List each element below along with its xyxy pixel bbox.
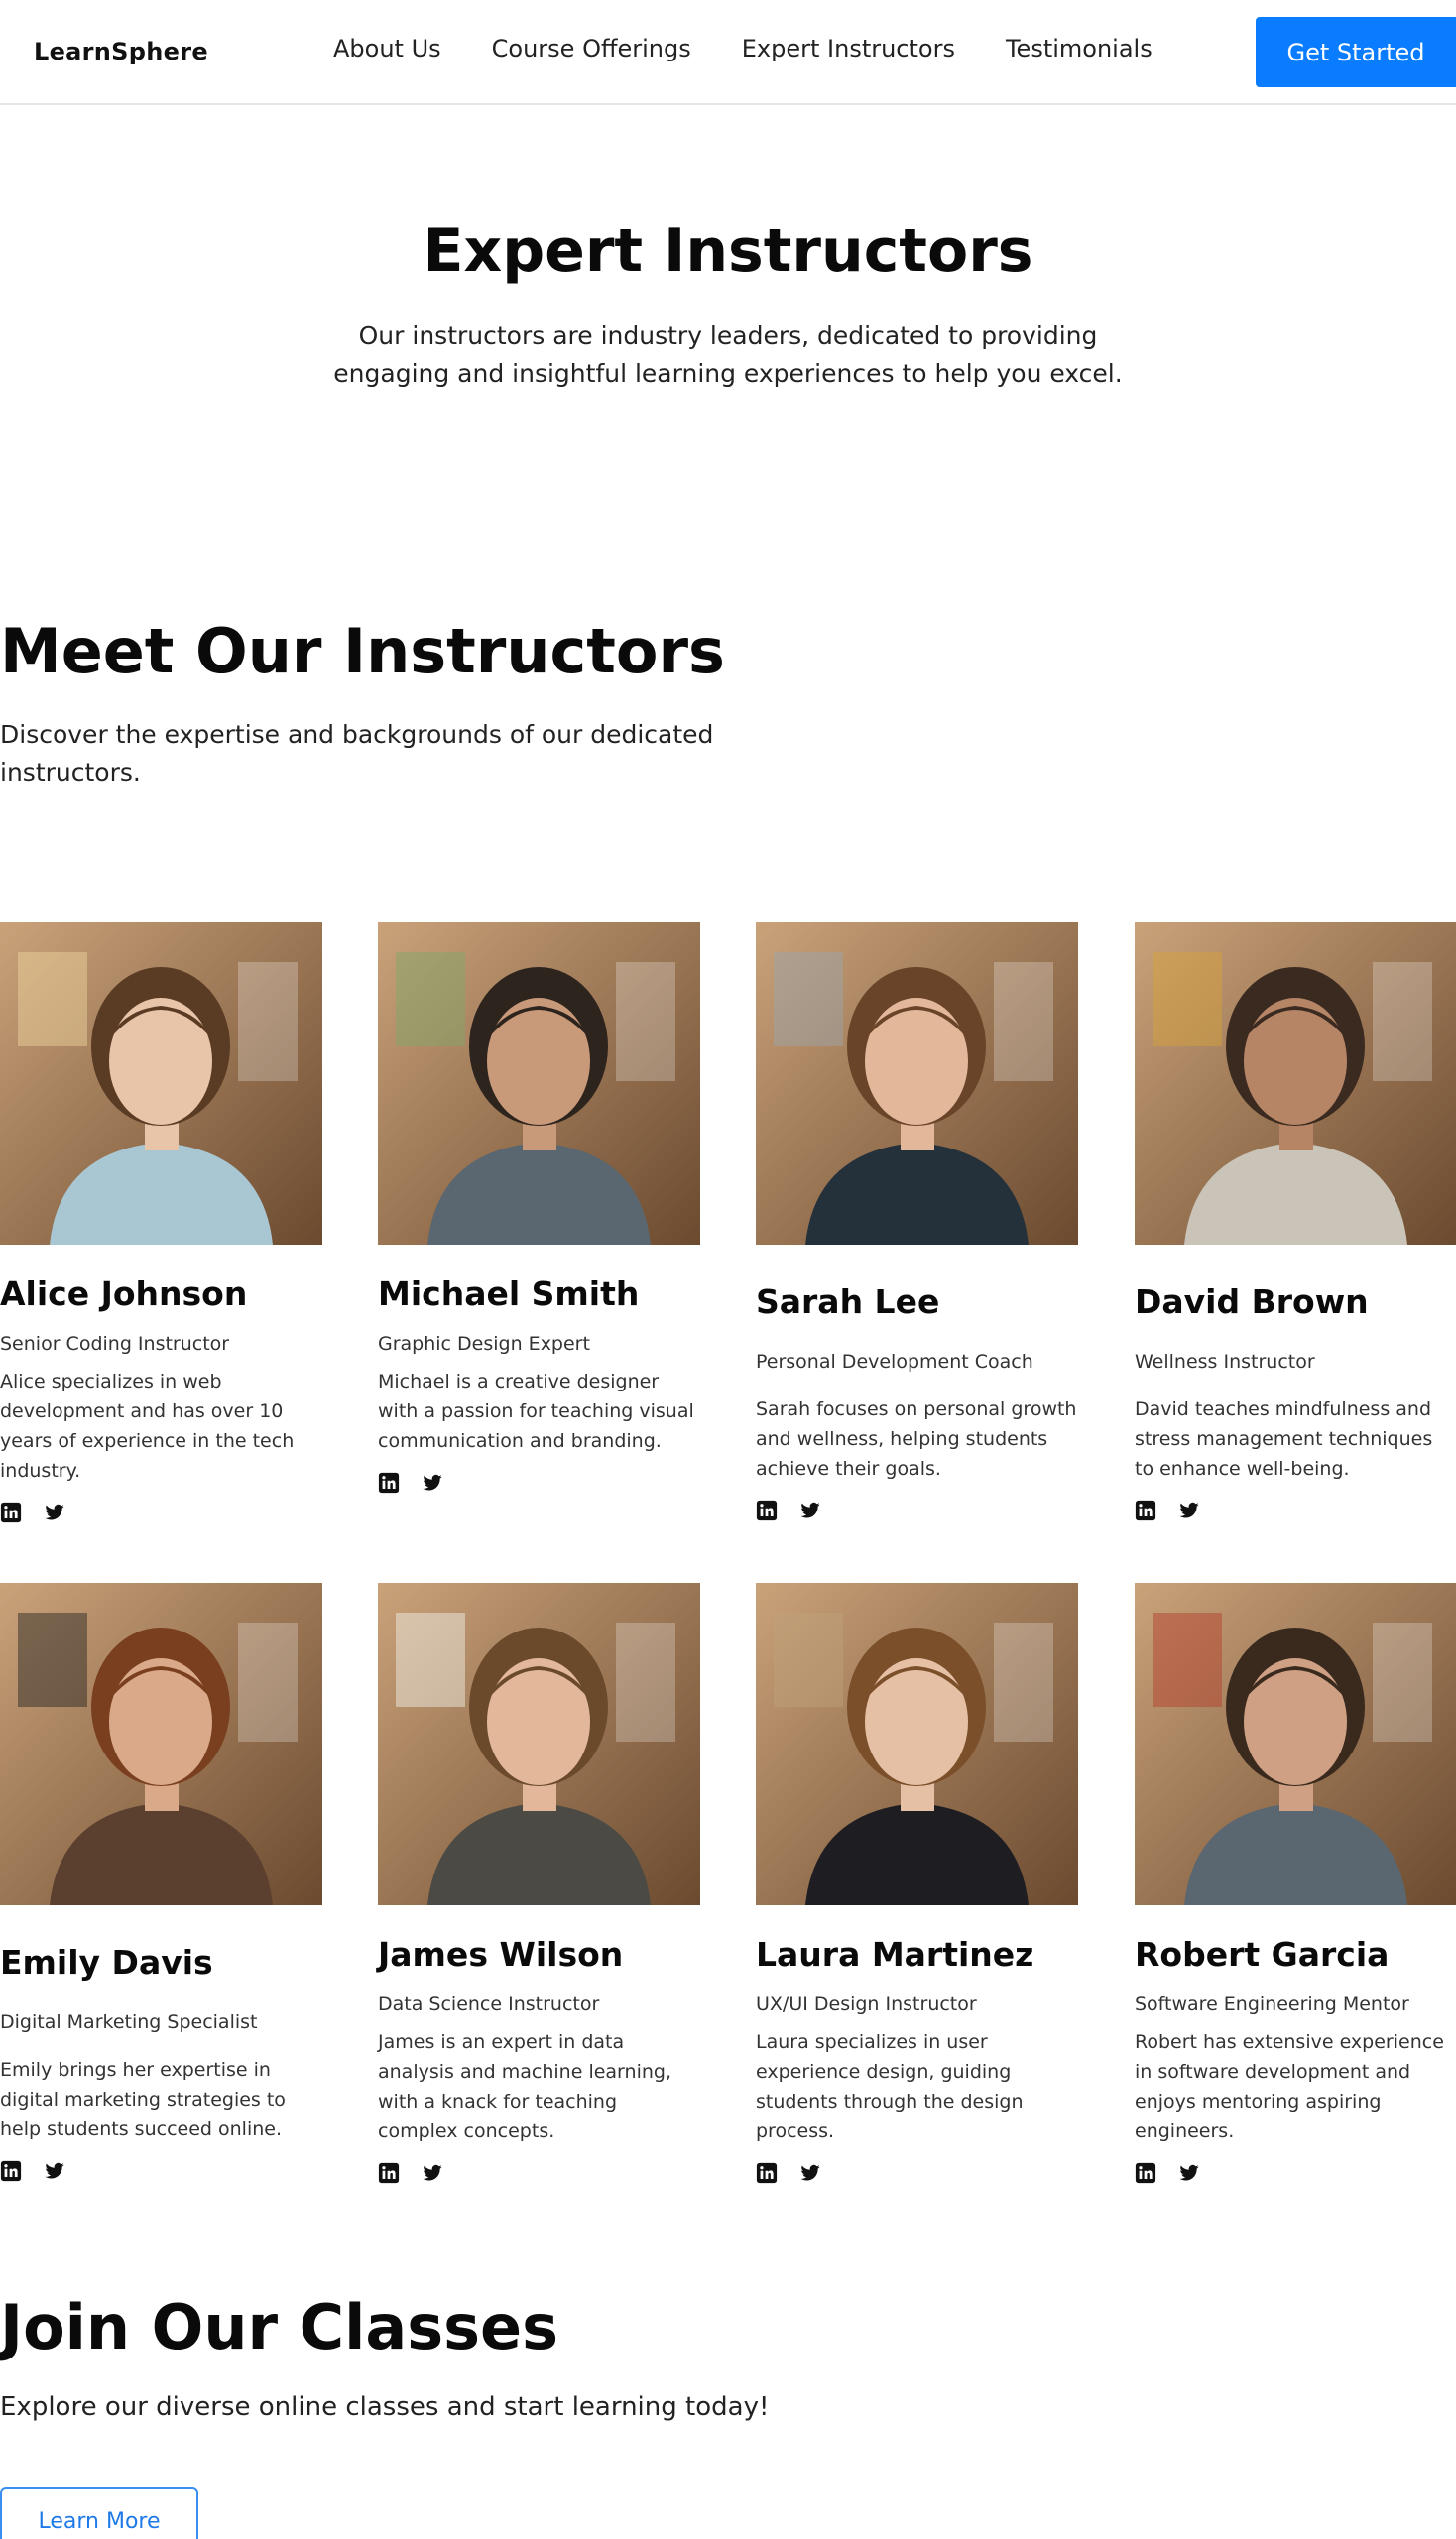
twitter-icon[interactable] [799,2162,821,2184]
learn-more-button[interactable]: Learn More [0,2487,198,2539]
instructor-name: Laura Martinez [756,1935,1034,1974]
instructor-bio: Sarah focuses on personal growth and wel… [756,1398,1077,1480]
instructor-role: UX/UI Design Instructor [756,1994,977,2015]
social-links [1135,1500,1456,1521]
instructor-photo [0,922,322,1245]
twitter-icon[interactable] [799,1500,821,1521]
instructor-role: Graphic Design Expert [378,1333,590,1355]
linkedin-icon[interactable] [756,1500,778,1521]
hero-title: Expert Instructors [423,216,1033,286]
nav-link-testimonials[interactable]: Testimonials [1006,35,1153,62]
linkedin-icon[interactable] [1135,1500,1156,1521]
nav-link-courses[interactable]: Course Offerings [492,35,691,62]
instructor-card: Sarah Lee Personal Development Coach Sarah… [756,922,1078,1521]
instructor-role: Senior Coding Instructor [0,1333,230,1355]
social-links [378,2162,700,2184]
instructor-card: Emily Davis Digital Marketing Specialist E… [0,1583,322,2182]
instructor-card: Michael Smith Graphic Design Expert Michae… [378,922,700,1494]
linkedin-icon[interactable] [0,1502,22,1523]
twitter-icon[interactable] [1178,1500,1200,1521]
instructor-bio: Alice specializes in web development and… [0,1371,295,1482]
instructor-bio: David teaches mindfulness and stress man… [1135,1398,1433,1480]
instructor-photo [756,1583,1078,1905]
linkedin-icon[interactable] [378,2162,400,2184]
instructor-role: Data Science Instructor [378,1994,600,2015]
instructor-name: Michael Smith [378,1274,640,1313]
instructor-bio: Laura specializes in user experience des… [756,2031,1024,2142]
instructor-card: Alice Johnson Senior Coding Instructor Ali… [0,922,322,1523]
social-links [1135,2162,1456,2184]
instructor-role: Personal Development Coach [756,1351,1033,1373]
instructor-name: Emily Davis [0,1943,213,1982]
social-links [0,2160,322,2182]
instructor-card: David Brown Wellness Instructor David teac… [1135,922,1456,1521]
twitter-icon[interactable] [422,1472,443,1494]
twitter-icon[interactable] [1178,2162,1200,2184]
instructor-card: Laura Martinez UX/UI Design Instructor Lau… [756,1583,1078,2184]
instructor-role: Digital Marketing Specialist [0,2011,258,2033]
instructor-name: Robert Garcia [1135,1935,1390,1974]
social-links [0,1502,322,1523]
join-section-title: Join Our Classes [0,2291,558,2363]
instructor-card: Robert Garcia Software Engineering Mentor… [1135,1583,1456,2184]
instructor-photo [756,922,1078,1245]
instructor-photo [0,1583,322,1905]
social-links [756,2162,1078,2184]
instructor-role: Software Engineering Mentor [1135,1994,1409,2015]
linkedin-icon[interactable] [756,2162,778,2184]
main-nav: About Us Course Offerings Expert Instruc… [333,35,1203,62]
instructor-name: David Brown [1135,1282,1369,1321]
site-header: LearnSphere About Us Course Offerings Ex… [0,0,1456,105]
meet-section-subtitle: Discover the expertise and backgrounds o… [0,720,714,786]
twitter-icon[interactable] [44,1502,65,1523]
logo[interactable]: LearnSphere [34,38,208,65]
instructor-role: Wellness Instructor [1135,1351,1315,1373]
instructor-name: James Wilson [378,1935,624,1974]
instructor-photo [378,922,700,1245]
instructor-photo [1135,922,1456,1245]
instructor-card: James Wilson Data Science Instructor James… [378,1583,700,2184]
instructor-bio: Robert has extensive experience in softw… [1135,2031,1444,2142]
instructor-name: Alice Johnson [0,1274,248,1313]
join-section-subtitle: Explore our diverse online classes and s… [0,2392,770,2422]
instructor-photo [378,1583,700,1905]
instructor-bio: Emily brings her expertise in digital ma… [0,2059,286,2140]
social-links [378,1472,700,1494]
instructor-photo [1135,1583,1456,1905]
nav-link-instructors[interactable]: Expert Instructors [742,35,955,62]
instructor-name: Sarah Lee [756,1282,940,1321]
linkedin-icon[interactable] [1135,2162,1156,2184]
hero-subtitle: Our instructors are industry leaders, de… [333,321,1123,388]
social-links [756,1500,1078,1521]
nav-link-about[interactable]: About Us [333,35,441,62]
twitter-icon[interactable] [44,2160,65,2182]
twitter-icon[interactable] [422,2162,443,2184]
linkedin-icon[interactable] [0,2160,22,2182]
get-started-button[interactable]: Get Started [1256,17,1456,87]
instructor-bio: Michael is a creative designer with a pa… [378,1371,694,1452]
instructor-bio: James is an expert in data analysis and … [378,2031,671,2142]
linkedin-icon[interactable] [378,1472,400,1494]
meet-section-title: Meet Our Instructors [0,615,725,687]
